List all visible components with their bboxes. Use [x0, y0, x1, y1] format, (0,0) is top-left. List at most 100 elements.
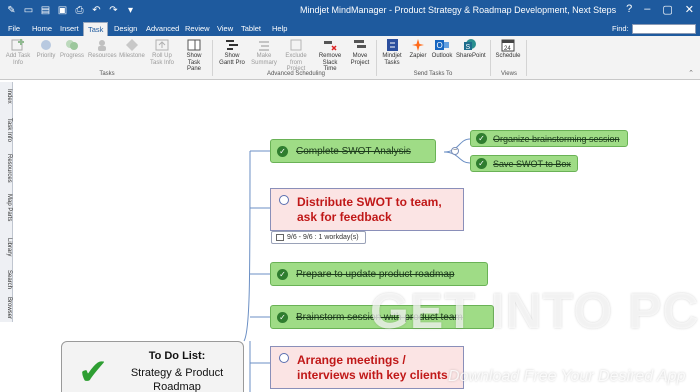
mindjet-tasks-button[interactable]: Mindjet Tasks	[378, 38, 406, 66]
collapse-toggle-icon[interactable]: −	[451, 147, 459, 155]
outlook-button[interactable]: O Outlook	[428, 38, 456, 60]
find-input[interactable]	[632, 24, 696, 34]
central-topic-subtitle: Strategy & Product Roadmap	[130, 367, 224, 392]
topic-organize-brainstorming[interactable]: ✓ Organize brainstorming session	[470, 130, 628, 147]
rollup-icon	[155, 39, 169, 51]
outlook-icon: O	[435, 40, 449, 50]
topic-label: Complete SWOT Analysis	[296, 145, 411, 157]
sidebar-tab-task-info[interactable]: Task Info	[1, 116, 12, 144]
progress-button[interactable]: Progress	[58, 38, 86, 60]
calendar-icon: 24	[501, 39, 515, 52]
tab-advanced[interactable]: Advanced	[142, 22, 183, 36]
schedule-button[interactable]: 24 Schedule	[494, 38, 522, 60]
svg-text:24: 24	[504, 46, 511, 52]
central-topic[interactable]: ✔ To Do List: Strategy & Product Roadmap	[61, 341, 244, 392]
sharepoint-icon: S	[464, 39, 476, 51]
ribbon-separator	[376, 40, 377, 76]
move-project-button[interactable]: Move Project	[346, 38, 374, 66]
group-views-label: Views	[501, 71, 517, 77]
milestone-icon	[126, 39, 138, 51]
tab-tablet[interactable]: Tablet	[237, 22, 265, 36]
priority-label: Priority	[36, 53, 56, 59]
milestone-label: Milestone	[119, 53, 145, 59]
exclude-from-project-button[interactable]: Exclude from Project	[282, 38, 310, 73]
title-bar: ✎ ▭ ▤ ▣ ⎙ ↶ ↷ ▾ Mindjet MindManager - Pr…	[0, 0, 700, 22]
remove-slack-time-button[interactable]: Remove Slack Time	[316, 38, 344, 73]
close-icon[interactable]: ✕	[685, 3, 694, 16]
tab-view[interactable]: View	[213, 22, 237, 36]
ribbon-separator	[490, 40, 491, 76]
ribbon-separator	[212, 40, 213, 76]
find-label: Find:	[612, 24, 629, 33]
slack-icon	[324, 41, 337, 51]
sidebar-tab-library[interactable]: Library	[1, 234, 12, 260]
calendar-icon	[276, 234, 284, 241]
priority-button[interactable]: Priority	[32, 38, 60, 60]
help-icon[interactable]: ?	[626, 3, 632, 16]
minimize-icon[interactable]: –	[644, 3, 650, 16]
completed-check-icon: ✓	[476, 158, 487, 169]
completed-check-icon: ✓	[277, 311, 288, 323]
schedule-label: Schedule	[495, 53, 521, 59]
roll-up-label: Roll Up Task Info	[149, 53, 174, 66]
topic-arrange-meetings[interactable]: Arrange meetings / interviews with key c…	[270, 346, 464, 389]
open-icon[interactable]: ▤	[38, 3, 53, 18]
undo-icon[interactable]: ↶	[89, 3, 104, 18]
milestone-button[interactable]: Milestone	[118, 38, 146, 60]
roll-up-button[interactable]: Roll Up Task Info	[148, 38, 176, 66]
tab-home[interactable]: Home	[28, 22, 56, 36]
tab-task[interactable]: Task	[83, 22, 109, 36]
topic-distribute-swot[interactable]: Distribute SWOT to team, ask for feedbac…	[270, 188, 464, 231]
make-summary-button[interactable]: Make Summary	[250, 38, 278, 66]
show-gantt-pro-button[interactable]: Show Gantt Pro	[218, 38, 246, 66]
svg-text:S: S	[466, 44, 471, 51]
completed-check-icon: ✓	[277, 145, 288, 157]
topic-swot[interactable]: ✓ Complete SWOT Analysis	[270, 139, 436, 163]
redo-icon[interactable]: ↷	[106, 3, 121, 18]
resources-button[interactable]: Resources	[88, 38, 117, 60]
tab-help[interactable]: Help	[268, 22, 291, 36]
new-icon[interactable]: ▭	[21, 3, 36, 18]
completed-check-icon: ✓	[277, 268, 288, 280]
watermark: GET INTO PC	[370, 283, 700, 339]
priority-icon	[41, 40, 51, 50]
sidebar-tab-map-parts[interactable]: Map Parts	[1, 192, 12, 224]
topic-label: Organize brainstorming session	[493, 133, 620, 144]
app-logo-icon[interactable]: ✎	[4, 3, 19, 18]
sidebar-tab-browser[interactable]: Browser	[1, 294, 12, 322]
sidebar-tab-index[interactable]: Index	[1, 86, 12, 106]
tab-review[interactable]: Review	[181, 22, 214, 36]
mindjet-tasks-icon	[387, 39, 398, 51]
big-check-icon: ✔	[78, 351, 109, 392]
sidebar-tab-resources[interactable]: Resources	[1, 152, 12, 184]
svg-text:O: O	[437, 41, 443, 50]
show-task-pane-button[interactable]: Show Task Pane	[180, 38, 208, 73]
make-summary-label: Make Summary	[251, 53, 277, 66]
sharepoint-label: SharePoint	[456, 53, 486, 59]
task-incomplete-icon	[279, 195, 289, 205]
tab-insert[interactable]: Insert	[56, 22, 83, 36]
ribbon-separator	[526, 40, 527, 76]
add-task-info-label: Add Task Info	[5, 53, 31, 66]
topic-save-swot[interactable]: ✓ Save SWOT to Box	[470, 155, 578, 172]
ribbon-collapse-icon[interactable]: ⌃	[688, 69, 694, 77]
ribbon: Add Task Info Priority Progress Resource…	[0, 36, 700, 80]
topic-label: Save SWOT to Box	[493, 158, 571, 169]
tab-file[interactable]: File	[4, 22, 24, 36]
maximize-icon[interactable]: ▢	[662, 3, 672, 16]
task-pane-icon	[187, 39, 201, 51]
save-icon[interactable]: ▣	[55, 3, 70, 18]
tab-design[interactable]: Design	[110, 22, 141, 36]
add-task-info-button[interactable]: Add Task Info	[4, 38, 32, 66]
zapier-icon	[412, 39, 424, 51]
sharepoint-button[interactable]: S SharePoint	[456, 38, 486, 60]
customize-icon[interactable]: ▾	[123, 3, 138, 18]
completed-check-icon: ✓	[476, 133, 487, 144]
resources-icon	[98, 40, 106, 51]
task-schedule-info[interactable]: 9/6 - 9/6 : 1 workday(s)	[271, 231, 366, 244]
resources-label: Resources	[88, 53, 117, 59]
sidebar-tab-search[interactable]: Search	[1, 268, 12, 292]
topic-label: Distribute SWOT to team, ask for feedbac…	[297, 194, 442, 224]
print-icon[interactable]: ⎙	[72, 3, 87, 18]
remove-slack-time-label: Remove Slack Time	[318, 53, 342, 72]
